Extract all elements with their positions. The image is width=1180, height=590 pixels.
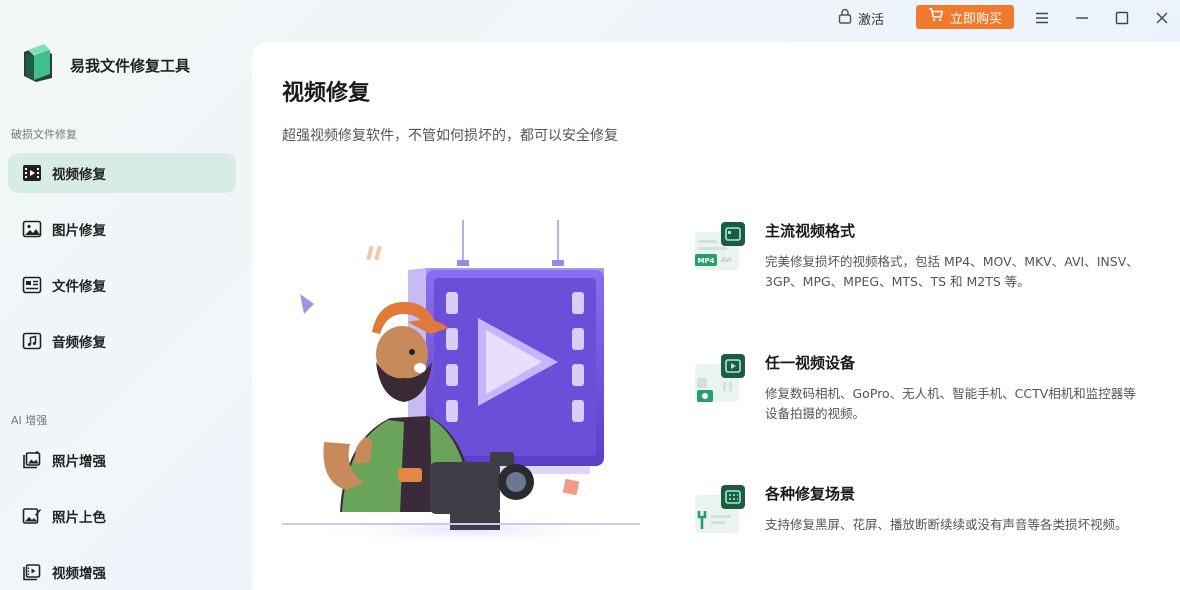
title-bar: 激活 立即购买 <box>0 0 1180 36</box>
feature-description: 支持修复黑屏、花屏、播放断断续续或没有声音等各类损坏视频。 <box>765 517 1128 532</box>
menu-icon[interactable] <box>1030 6 1054 30</box>
feature-title: 主流视频格式 <box>765 222 856 240</box>
avi-badge-text: AVI <box>721 256 731 264</box>
mp4-badge-text: MP4 <box>698 257 715 265</box>
main-panel: 视频修复 超强视频修复软件，不管如何损坏的，都可以安全修复 MP4 AVI 主流… <box>252 42 1180 590</box>
repair-scenario-icon <box>695 483 747 543</box>
feature-video-devices: 任一视频设备 修复数码相机、GoPro、无人机、智能手机、CCTV相机和监控器等… <box>695 352 1155 432</box>
sidebar-item-image-repair[interactable]: 图片修复 <box>8 209 236 249</box>
video-device-icon <box>695 352 747 412</box>
image-icon <box>22 219 42 239</box>
page-title: 视频修复 <box>282 81 371 106</box>
sidebar-item-audio-repair[interactable]: 音频修复 <box>8 321 236 361</box>
sidebar-item-video-repair[interactable]: 视频修复 <box>8 153 236 193</box>
sidebar: 易我文件修复工具 破损文件修复 视频修复 图片修复 文件修复 音频修复 AI 增… <box>0 36 252 590</box>
sidebar-item-label: 照片上色 <box>52 510 106 526</box>
sidebar-item-document-repair[interactable]: 文件修复 <box>8 265 236 305</box>
lock-icon <box>838 8 852 28</box>
activate-label: 激活 <box>858 12 885 28</box>
photo-enhance-icon <box>22 450 42 470</box>
video-enhance-icon <box>22 562 42 582</box>
maximize-icon[interactable] <box>1110 6 1134 30</box>
app-logo-icon <box>18 42 56 88</box>
sidebar-item-label: 视频增强 <box>52 566 106 582</box>
sidebar-item-label: 文件修复 <box>52 279 106 295</box>
feature-video-formats: MP4 AVI 主流视频格式 完美修复损坏的视频格式，包括 MP4、MOV、MK… <box>695 220 1155 320</box>
sidebar-item-label: 音频修复 <box>52 335 106 351</box>
document-icon <box>22 275 42 295</box>
sidebar-item-label: 视频修复 <box>52 167 106 183</box>
photo-colorize-icon <box>22 506 42 526</box>
sidebar-item-photo-colorize[interactable]: 照片上色 <box>8 496 236 536</box>
section-label-repair: 破损文件修复 <box>11 128 77 141</box>
app-name: 易我文件修复工具 <box>70 56 191 75</box>
buy-now-label: 立即购买 <box>949 11 1002 27</box>
section-label-ai: AI 增强 <box>11 414 48 427</box>
video-repair-illustration <box>280 212 650 546</box>
sidebar-item-label: 照片增强 <box>52 454 106 470</box>
sidebar-item-photo-enhance[interactable]: 照片增强 <box>8 440 236 480</box>
close-icon[interactable] <box>1150 6 1174 30</box>
minimize-icon[interactable] <box>1070 6 1094 30</box>
music-note-icon <box>22 331 42 351</box>
brand: 易我文件修复工具 <box>18 42 190 88</box>
feature-description: 完美修复损坏的视频格式，包括 MP4、MOV、MKV、AVI、INSV、3GP、… <box>765 254 1139 289</box>
feature-title: 任一视频设备 <box>765 354 856 372</box>
feature-repair-scenarios: 各种修复场景 支持修复黑屏、花屏、播放断断续续或没有声音等各类损坏视频。 <box>695 483 1155 563</box>
cart-icon <box>928 8 944 26</box>
page-subtitle: 超强视频修复软件，不管如何损坏的，都可以安全修复 <box>282 128 618 144</box>
video-film-icon <box>22 163 42 183</box>
sidebar-item-label: 图片修复 <box>52 223 106 239</box>
feature-title: 各种修复场景 <box>765 485 856 503</box>
feature-description: 修复数码相机、GoPro、无人机、智能手机、CCTV相机和监控器等设备拍摄的视频… <box>765 386 1136 421</box>
buy-now-button[interactable]: 立即购买 <box>916 5 1014 29</box>
sidebar-item-video-enhance[interactable]: 视频增强 <box>8 552 236 590</box>
video-format-icon: MP4 AVI <box>695 220 747 280</box>
activate-button[interactable]: 激活 <box>838 7 884 29</box>
